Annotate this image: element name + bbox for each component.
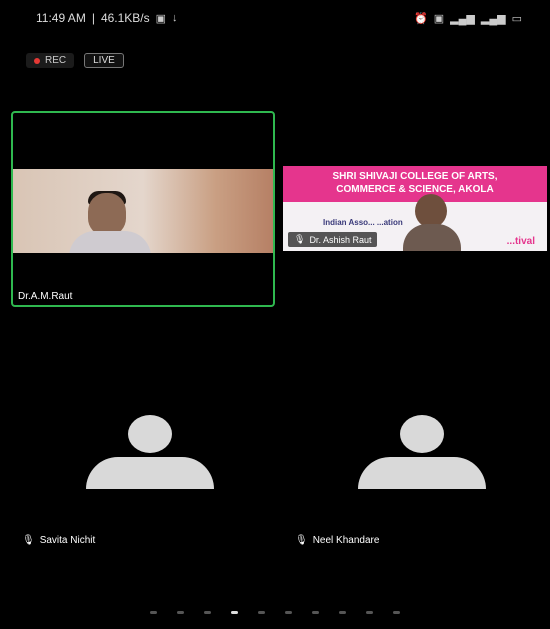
status-speed: 46.1KB/s bbox=[100, 11, 150, 25]
presenter-name: Dr. Ashish Raut bbox=[309, 234, 372, 245]
participant-name: 🎙 Neel Khandare bbox=[295, 535, 379, 546]
mic-off-icon: 🎙 bbox=[22, 535, 35, 546]
rec-label: REC bbox=[45, 55, 67, 66]
avatar-body bbox=[358, 457, 486, 489]
download-icon: ↓ bbox=[172, 12, 178, 24]
page-dot[interactable] bbox=[258, 611, 265, 614]
speaker-video bbox=[13, 169, 273, 253]
participant-avatar[interactable] bbox=[358, 415, 486, 489]
alarm-icon: ⏰ bbox=[414, 12, 428, 25]
presenter-label: 🎙 Dr. Ashish Raut bbox=[288, 232, 378, 247]
banner-line-1: SHRI SHIVAJI COLLEGE OF ARTS, bbox=[332, 171, 498, 182]
status-separator: | bbox=[91, 11, 95, 25]
battery-icon: ▭ bbox=[511, 12, 522, 25]
speaker-body bbox=[69, 231, 151, 253]
status-time: 11:49 AM bbox=[36, 11, 86, 25]
avatar-body bbox=[86, 457, 214, 489]
page-dot[interactable] bbox=[204, 611, 211, 614]
participant-name: 🎙 Savita Nichit bbox=[22, 535, 95, 546]
avatar-head bbox=[128, 415, 172, 453]
recording-indicator[interactable]: REC bbox=[26, 53, 75, 68]
page-dot[interactable] bbox=[366, 611, 373, 614]
avatar-head bbox=[400, 415, 444, 453]
page-dot[interactable] bbox=[150, 611, 157, 614]
status-bar: 11:49 AM | 46.1KB/s ▣ ↓ ⏰ ▣ ▂▄▆ ▂▄▆ ▭ bbox=[0, 0, 550, 36]
live-badge[interactable]: LIVE bbox=[84, 53, 124, 68]
participant-avatar[interactable] bbox=[86, 415, 214, 489]
speaker-name: Dr.A.M.Raut bbox=[18, 291, 73, 302]
presenter-face bbox=[415, 194, 447, 228]
record-icon bbox=[34, 57, 40, 64]
mic-off-icon: 🎙 bbox=[295, 535, 308, 546]
meeting-topbar: REC LIVE bbox=[26, 53, 124, 68]
participant-name-label: Neel Khandare bbox=[312, 535, 380, 546]
notification-icon: ▣ bbox=[155, 12, 167, 25]
presenter-body bbox=[403, 224, 461, 251]
signal-icon: ▂▄▆ bbox=[450, 12, 475, 25]
speaker-face bbox=[88, 193, 126, 235]
presenter-video bbox=[403, 194, 461, 251]
page-dot[interactable] bbox=[312, 611, 319, 614]
status-left: 11:49 AM | 46.1KB/s ▣ ↓ bbox=[36, 11, 178, 25]
page-dot[interactable] bbox=[231, 611, 238, 614]
active-speaker-tile[interactable]: Dr.A.M.Raut bbox=[11, 111, 275, 307]
page-dot[interactable] bbox=[285, 611, 292, 614]
presentation-tile[interactable]: SHRI SHIVAJI COLLEGE OF ARTS, COMMERCE &… bbox=[283, 166, 547, 251]
page-indicator[interactable] bbox=[150, 611, 400, 614]
wifi-icon: ▣ bbox=[433, 12, 445, 25]
participant-name-label: Savita Nichit bbox=[39, 535, 96, 546]
mic-off-icon: 🎙 bbox=[294, 234, 306, 244]
presentation-subtitle: Indian Asso... ...ation bbox=[323, 218, 403, 227]
page-dot[interactable] bbox=[393, 611, 400, 614]
page-dot[interactable] bbox=[339, 611, 346, 614]
signal-icon: ▂▄▆ bbox=[480, 12, 506, 25]
page-dot[interactable] bbox=[177, 611, 184, 614]
status-right: ⏰ ▣ ▂▄▆ ▂▄▆ ▭ bbox=[414, 12, 522, 25]
presentation-highlight: ...tival bbox=[506, 236, 535, 247]
